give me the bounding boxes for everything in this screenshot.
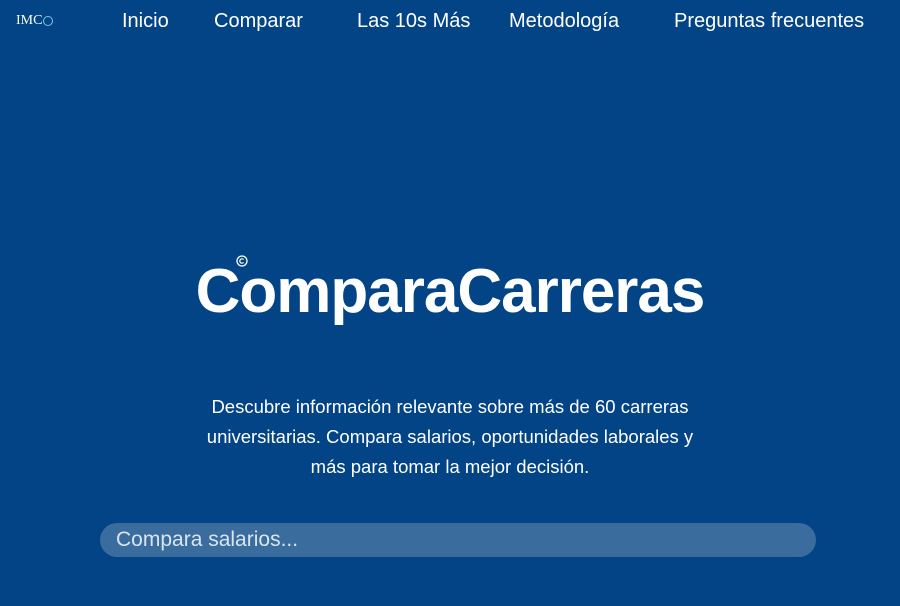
nav-link-comparar[interactable]: Comparar — [214, 7, 303, 35]
hero-tagline: Descubre información relevante sobre más… — [150, 392, 750, 482]
top-nav-bar: IMC Inicio Comparar Las 10s Más Metodolo… — [0, 0, 900, 42]
tagline-line-1: Descubre información relevante sobre más… — [211, 396, 689, 417]
hero-brand: ComparaCarreras — [0, 255, 900, 327]
nav-link-preguntas-frecuentes[interactable]: Preguntas frecuentes — [674, 7, 864, 35]
copyright-icon — [235, 255, 248, 267]
nav-link-metodologia[interactable]: Metodología — [509, 7, 619, 35]
search-input[interactable] — [116, 523, 800, 557]
brand-wordmark: ComparaCarreras — [195, 255, 706, 327]
page: IMC Inicio Comparar Las 10s Más Metodolo… — [0, 0, 900, 606]
main-nav: Inicio Comparar Las 10s Más Metodología … — [0, 7, 900, 35]
tagline-line-3: más para tomar la mejor decisión. — [310, 456, 590, 477]
brand-title: ComparaCarreras — [195, 257, 706, 326]
nav-link-las-10s-mas[interactable]: Las 10s Más — [357, 7, 470, 35]
tagline-line-2: universitarias. Compara salarios, oportu… — [206, 426, 694, 447]
nav-link-inicio[interactable]: Inicio — [122, 7, 169, 35]
search-bar — [100, 523, 816, 557]
